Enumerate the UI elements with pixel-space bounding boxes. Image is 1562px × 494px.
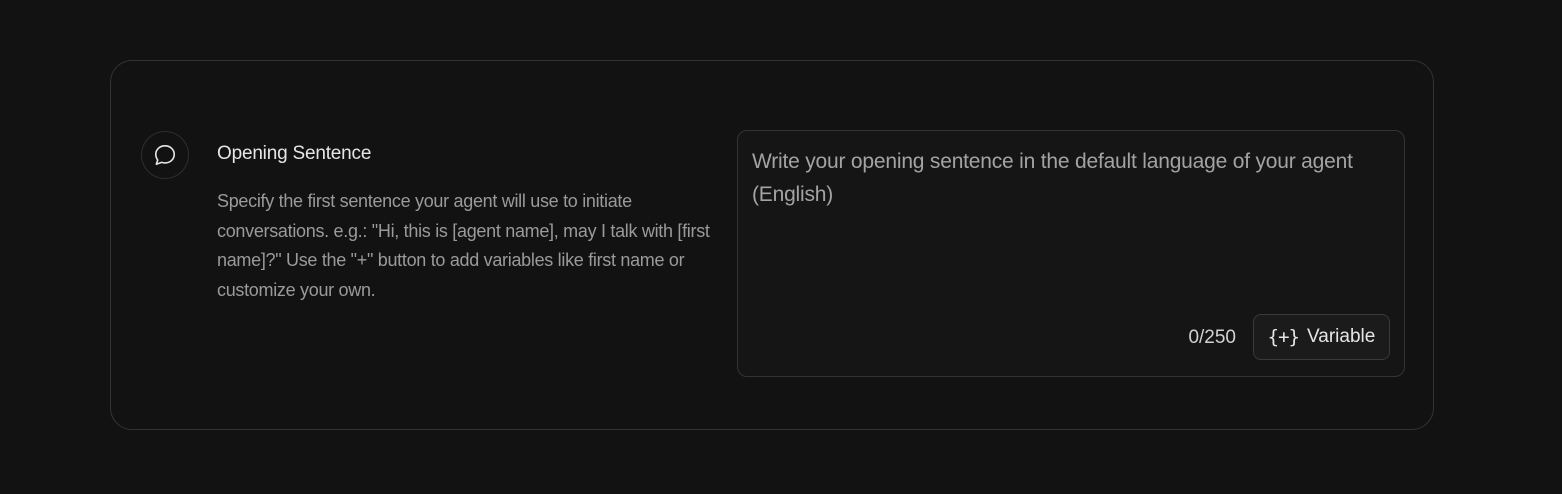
add-variable-icon: {+}	[1267, 326, 1300, 348]
opening-sentence-input[interactable]	[752, 145, 1388, 295]
chat-bubble-icon	[141, 131, 189, 179]
variable-button-label: Variable	[1307, 326, 1376, 347]
character-counter: 0/250	[1188, 327, 1236, 348]
section-description: Specify the first sentence your agent wi…	[217, 191, 710, 300]
section-title: Opening Sentence	[217, 143, 372, 164]
opening-sentence-card: Opening Sentence Specify the first sente…	[110, 60, 1434, 430]
add-variable-button[interactable]: {+} Variable	[1253, 314, 1390, 360]
opening-sentence-editor: 0/250 {+} Variable	[737, 130, 1405, 377]
